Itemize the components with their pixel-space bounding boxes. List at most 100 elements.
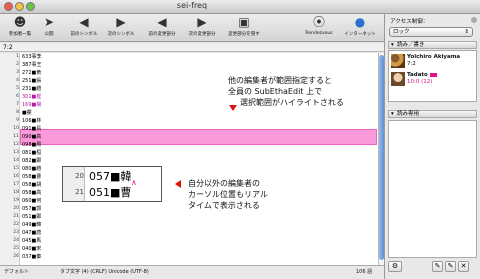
prev-symbol-icon: ◀ [79, 15, 89, 29]
code-line[interactable]: 058■胡 [22, 181, 41, 189]
code-line[interactable]: 231■趙 [22, 85, 41, 93]
section-read-only[interactable]: ▾ 読み専用 [388, 110, 477, 118]
hide-changes-button[interactable]: ▣ 変更部分を隠す [222, 15, 266, 37]
callout-cursor-line: タイムで表示される [188, 201, 260, 210]
line-number: 8 [16, 110, 19, 115]
internet-icon: ● [354, 15, 366, 29]
callout-selection-line: 全員の SubEthaEdit 上で [228, 87, 322, 96]
disclosure-triangle-icon: ▾ [391, 111, 394, 117]
code-line[interactable]: 058■高 [22, 189, 41, 197]
line-number: 1 [16, 54, 19, 59]
callout-selection: 他の編集者が範囲指定すると 全員の SubEthaEdit 上で 選択範囲がハイ… [228, 75, 344, 108]
line-number: 13 [13, 150, 19, 155]
encoding-info[interactable]: タブ文字 (4) (CRLF) Unicode (UTF-8) [60, 266, 149, 279]
read-write-user-list: Yoichiro Akiyama 7:2 Tadato 10:0 (12) [388, 50, 477, 102]
action-menu-button[interactable]: ⚙ [388, 261, 402, 272]
user-position: 7:2 [407, 61, 416, 67]
code-line[interactable]: 051■鄭 [22, 213, 41, 221]
avatar [391, 54, 405, 68]
line-number: 25 [13, 246, 19, 251]
window-title: sei-freq [176, 1, 208, 10]
arrow-down-icon [229, 105, 237, 111]
callout-selection-line: 選択範囲がハイライトされる [240, 98, 344, 107]
line-number: 11 [13, 134, 19, 139]
access-control-popup[interactable]: ロック ⇕ [389, 27, 473, 37]
line-number: 18 [13, 190, 19, 195]
internet-button[interactable]: ● インターネット [340, 15, 380, 37]
code-line[interactable]: 090■高 [22, 133, 41, 141]
participants-icon: ☻ [13, 15, 27, 29]
pencil-icon[interactable]: ✎ [445, 261, 456, 272]
hide-changes-icon: ▣ [238, 15, 250, 29]
participants-button[interactable]: ☻ 参加者一覧 [1, 15, 39, 37]
title-bar: sei-freq [0, 0, 480, 14]
line-number: 12 [13, 142, 19, 147]
line-number: 23 [13, 230, 19, 235]
code-line[interactable]: 098■周 [22, 141, 41, 149]
line-number: 10 [13, 126, 19, 131]
code-line[interactable]: 081■桓 [22, 149, 41, 157]
code-line[interactable]: 251■張 [22, 77, 41, 85]
remote-cursor-icon: ∧ [131, 178, 137, 187]
next-symbol-icon: ▶ [116, 15, 126, 29]
code-line[interactable]: 106■林 [22, 117, 41, 125]
line-number: 17 [13, 182, 19, 187]
code-line[interactable]: 045■馬 [22, 237, 41, 245]
code-line[interactable]: 633事李 [22, 53, 42, 61]
line-number: 16 [13, 174, 19, 179]
line-number: 21 [13, 214, 19, 219]
code-line[interactable]: 037■秦 [22, 253, 41, 261]
line-number: 15 [13, 166, 19, 171]
line-number: 4 [16, 78, 19, 83]
word-count: 106 語 [356, 269, 373, 275]
code-line[interactable]: 387事王 [22, 61, 42, 69]
code-line[interactable]: 060■何 [22, 197, 41, 205]
zoom-line-number: 20 [75, 172, 84, 180]
zoom-line-text: 051■曹 [89, 186, 132, 199]
announce-button[interactable]: ➤ 公開 [39, 15, 59, 37]
code-line[interactable]: 301■崔 [22, 93, 41, 101]
zoom-line-text: 057■韓 [89, 170, 132, 183]
next-change-button[interactable]: ▶ 次の変更部分 [183, 15, 221, 37]
access-indicator-icon [471, 17, 477, 23]
rendezvous-icon: ⦿ [312, 15, 325, 29]
arrow-left-icon [175, 180, 181, 188]
popup-arrows-icon: ⇕ [464, 29, 469, 35]
code-line[interactable]: 080■趙 [22, 165, 41, 173]
section-read-only-label: 読み専用 [397, 111, 420, 117]
code-line[interactable]: 058■曹 [22, 173, 41, 181]
next-symbol-button[interactable]: ▶ 次のシンボル [104, 15, 138, 37]
next-change-icon: ▶ [197, 15, 207, 29]
line-number: 14 [13, 158, 19, 163]
prev-symbol-button[interactable]: ◀ 前のシンボル [67, 15, 101, 37]
rendezvous-button[interactable]: ⦿ Rendezvous [302, 15, 336, 36]
mode-popup[interactable]: デフォルト [4, 266, 29, 279]
code-line[interactable]: 082■鄭 [22, 157, 41, 165]
code-line[interactable]: 169■楊 [22, 101, 41, 109]
user-name[interactable]: Yoichiro Akiyama [407, 54, 460, 60]
code-line[interactable]: 057■郭 [22, 205, 41, 213]
section-read-write[interactable]: ▾ 読み／書き [388, 41, 477, 49]
text-editor[interactable]: 1 633事李 2 387事王 3 272■黄 4 251■張 5 231■趙 6 301■崔 7 169… [0, 53, 378, 265]
close-icon[interactable]: ✕ [458, 261, 469, 272]
prev-change-icon: ◀ [157, 15, 167, 29]
code-line[interactable]: 091■鳥 [22, 125, 41, 133]
code-line[interactable]: 049■韓 [22, 221, 41, 229]
user-name[interactable]: Tadato [407, 72, 428, 78]
line-number: 24 [13, 238, 19, 243]
prev-change-button[interactable]: ◀ 前の変更部分 [143, 15, 181, 37]
line-number: 19 [13, 198, 19, 203]
participants-drawer: アクセス制御： ロック ⇕ ▾ 読み／書き Yoichiro Akiyama 7:2… [384, 14, 480, 279]
code-line[interactable]: 047■唐 [22, 229, 41, 237]
line-number: 9 [16, 118, 19, 123]
line-number: 6 [16, 94, 19, 99]
code-line[interactable]: 040■宋 [22, 245, 41, 253]
app-window: sei-freq ☻ 参加者一覧 ➤ 公開 ◀ 前のシンボル ▶ 次のシンボル ◀ 前の変… [0, 0, 480, 279]
pencil-icon[interactable]: ✎ [432, 261, 443, 272]
position-indicator[interactable]: 7:2 [0, 43, 384, 52]
line-number: 3 [16, 70, 19, 75]
code-line[interactable]: 272■黄 [22, 69, 41, 77]
code-line[interactable]: ■瞿 [22, 109, 32, 117]
avatar [391, 72, 405, 86]
callout-cursor: 自分以外の編集者の カーソル位置もリアル タイムで表示される [188, 178, 268, 211]
